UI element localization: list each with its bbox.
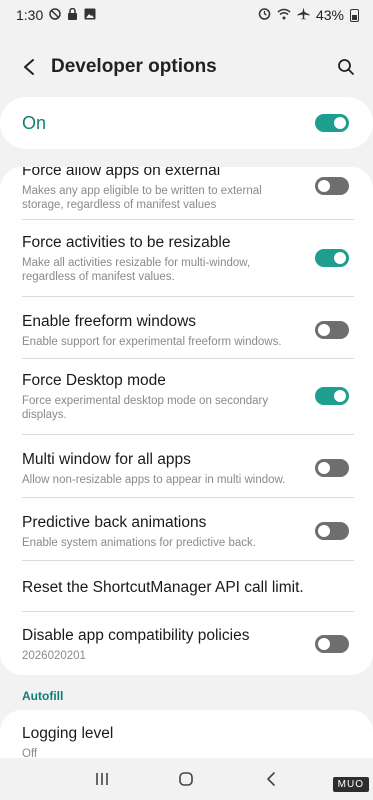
master-switch-card[interactable]: On bbox=[0, 97, 373, 149]
back-arrow-icon[interactable] bbox=[16, 54, 42, 80]
recents-icon[interactable] bbox=[90, 767, 114, 791]
toggle-knob bbox=[332, 388, 348, 404]
row-subtitle: 2026020201 bbox=[22, 649, 86, 662]
row-title: Force activities to be resizable bbox=[22, 233, 231, 251]
divider bbox=[22, 497, 354, 498]
status-bar: 1:30 43% bbox=[0, 0, 373, 30]
back-icon[interactable] bbox=[259, 767, 283, 791]
wifi-icon bbox=[277, 7, 291, 23]
master-switch-toggle[interactable] bbox=[315, 114, 349, 132]
row-text: Disable app compatibility policies 20260… bbox=[22, 626, 302, 663]
row-subtitle: Force experimental desktop mode on secon… bbox=[22, 394, 269, 421]
row-subtitle: Enable system animations for predictive … bbox=[22, 536, 256, 549]
alarm-icon bbox=[258, 7, 271, 23]
toggle-knob bbox=[316, 322, 332, 338]
setting-row-freeform-windows[interactable]: Enable freeform windows Enable support f… bbox=[0, 301, 373, 359]
toggle-multi-window[interactable] bbox=[315, 459, 349, 477]
row-title: Reset the ShortcutManager API call limit… bbox=[22, 579, 304, 596]
row-text: Reset the ShortcutManager API call limit… bbox=[22, 578, 349, 598]
toggle-desktop-mode[interactable] bbox=[315, 387, 349, 405]
row-title: Multi window for all apps bbox=[22, 450, 191, 468]
divider bbox=[22, 611, 354, 612]
row-title: Force Desktop mode bbox=[22, 371, 166, 389]
settings-card: Force allow apps on external Makes any a… bbox=[0, 167, 373, 675]
home-icon[interactable] bbox=[174, 767, 198, 791]
row-text: Predictive back animations Enable system… bbox=[22, 513, 302, 550]
status-right: 43% bbox=[258, 7, 359, 23]
setting-row-app-compat-policies[interactable]: Disable app compatibility policies 20260… bbox=[0, 616, 373, 672]
silent-icon bbox=[49, 7, 61, 23]
toggle-predictive-back[interactable] bbox=[315, 522, 349, 540]
divider bbox=[22, 434, 354, 435]
airplane-icon bbox=[297, 7, 310, 23]
watermark-logo: MUO bbox=[332, 777, 369, 792]
row-text: Force allow apps on external Makes any a… bbox=[22, 167, 302, 212]
row-text: Enable freeform windows Enable support f… bbox=[22, 312, 302, 349]
toggle-app-compat-policies[interactable] bbox=[315, 635, 349, 653]
setting-row-force-resizable[interactable]: Force activities to be resizable Make al… bbox=[0, 225, 373, 291]
battery-icon bbox=[350, 8, 359, 22]
toggle-knob bbox=[316, 460, 332, 476]
toggle-knob bbox=[332, 250, 348, 266]
page-title: Developer options bbox=[51, 56, 217, 77]
row-subtitle: Make all activities resizable for multi-… bbox=[22, 256, 251, 283]
toggle-force-resizable[interactable] bbox=[315, 249, 349, 267]
navigation-bar bbox=[0, 758, 373, 800]
toggle-knob bbox=[316, 178, 332, 194]
lock-icon bbox=[67, 7, 78, 23]
row-title: Enable freeform windows bbox=[22, 312, 197, 330]
toggle-knob bbox=[316, 523, 332, 539]
setting-row-multi-window[interactable]: Multi window for all apps Allow non-resi… bbox=[0, 439, 373, 497]
divider bbox=[22, 560, 354, 561]
app-bar: Developer options bbox=[0, 44, 373, 90]
setting-row-predictive-back[interactable]: Predictive back animations Enable system… bbox=[0, 502, 373, 560]
setting-row-desktop-mode[interactable]: Force Desktop mode Force experimental de… bbox=[0, 363, 373, 429]
divider bbox=[22, 296, 354, 297]
row-subtitle: Enable support for experimental freeform… bbox=[22, 335, 282, 348]
row-subtitle: Allow non-resizable apps to appear in mu… bbox=[22, 473, 286, 486]
row-title: Force allow apps on external bbox=[22, 167, 221, 179]
battery-text: 43% bbox=[315, 7, 344, 23]
status-time: 1:30 bbox=[16, 7, 44, 23]
divider bbox=[22, 219, 354, 220]
toggle-freeform-windows[interactable] bbox=[315, 321, 349, 339]
row-text: Force activities to be resizable Make al… bbox=[22, 233, 302, 284]
row-text: Multi window for all apps Allow non-resi… bbox=[22, 450, 302, 487]
toggle-force-allow-external[interactable] bbox=[315, 177, 349, 195]
search-icon[interactable] bbox=[333, 54, 359, 80]
toggle-knob bbox=[316, 636, 332, 652]
row-subtitle: Makes any app eligible to be written to … bbox=[22, 184, 262, 211]
master-switch-label: On bbox=[22, 112, 47, 133]
setting-row-reset-shortcut-manager[interactable]: Reset the ShortcutManager API call limit… bbox=[0, 565, 373, 611]
row-title: Logging level bbox=[22, 725, 114, 742]
divider bbox=[22, 358, 354, 359]
row-text: Force Desktop mode Force experimental de… bbox=[22, 371, 302, 422]
gallery-icon bbox=[84, 7, 96, 23]
section-header-autofill: Autofill bbox=[22, 689, 64, 703]
toggle-knob bbox=[332, 115, 348, 131]
row-title: Disable app compatibility policies bbox=[22, 626, 250, 644]
setting-row-force-allow-external[interactable]: Force allow apps on external Makes any a… bbox=[0, 167, 373, 211]
status-left: 1:30 bbox=[16, 7, 96, 23]
row-title: Predictive back animations bbox=[22, 513, 207, 531]
